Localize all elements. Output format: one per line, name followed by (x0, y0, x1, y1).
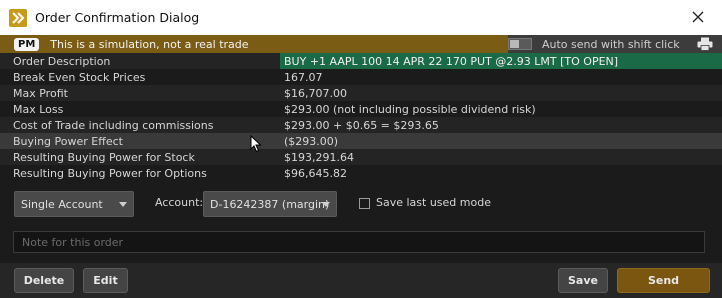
detail-value: $96,645.82 (284, 166, 347, 180)
detail-row-break-even: Break Even Stock Prices 167.07 (0, 69, 722, 85)
title-bar: Order Confirmation Dialog (0, 0, 722, 35)
detail-label: Buying Power Effect (13, 134, 123, 148)
detail-value: $293.00 (not including possible dividend… (284, 102, 536, 116)
detail-label: Resulting Buying Power for Stock (13, 150, 195, 164)
simulation-banner: PM This is a simulation, not a real trad… (0, 35, 722, 53)
edit-button[interactable]: Edit (83, 268, 128, 293)
printer-icon[interactable] (697, 37, 713, 51)
pm-badge: PM (14, 37, 40, 51)
button-bar: Delete Edit Save Send (0, 263, 722, 298)
save-last-used-mode-checkbox[interactable] (359, 198, 370, 209)
app-logo-icon (9, 8, 27, 27)
detail-row-buying-power-effect: Buying Power Effect ($293.00) (0, 133, 722, 149)
order-details-table: Order Description BUY +1 AAPL 100 14 APR… (0, 53, 722, 181)
detail-value: $193,291.64 (284, 150, 354, 164)
account-label: Account: (155, 196, 204, 209)
autosend-label: Auto send with shift click (542, 37, 680, 51)
window-title: Order Confirmation Dialog (35, 10, 200, 25)
order-note-input[interactable]: Note for this order (13, 231, 705, 253)
chevron-down-icon (322, 202, 330, 207)
mouse-cursor-icon (250, 134, 262, 153)
detail-label: Max Profit (13, 86, 68, 100)
send-button[interactable]: Send (617, 268, 710, 293)
detail-label: Resulting Buying Power for Options (13, 166, 207, 180)
detail-value: ($293.00) (284, 134, 339, 148)
account-mode-dropdown[interactable]: Single Account (14, 191, 134, 217)
detail-row-cost-of-trade: Cost of Trade including commissions $293… (0, 117, 722, 133)
detail-value: 167.07 (284, 70, 323, 84)
detail-value: $293.00 + $0.65 = $293.65 (284, 118, 439, 132)
detail-row-bp-stock: Resulting Buying Power for Stock $193,29… (0, 149, 722, 165)
account-mode-value: Single Account (21, 197, 103, 211)
save-last-used-mode-label: Save last used mode (376, 196, 491, 209)
detail-label: Order Description (13, 54, 111, 68)
detail-label: Break Even Stock Prices (13, 70, 146, 84)
account-dropdown[interactable]: D-16242387 (margin) (203, 191, 337, 217)
account-bar: Single Account Account: D-16242387 (marg… (0, 184, 722, 224)
delete-button[interactable]: Delete (14, 268, 74, 293)
detail-label: Max Loss (13, 102, 64, 116)
simulation-text: This is a simulation, not a real trade (50, 37, 249, 51)
detail-row-order-description: Order Description BUY +1 AAPL 100 14 APR… (0, 53, 722, 69)
autosend-toggle[interactable] (508, 38, 532, 50)
account-value: D-16242387 (margin) (210, 197, 330, 211)
save-button[interactable]: Save (558, 268, 608, 293)
chevron-down-icon (119, 202, 127, 207)
close-icon[interactable] (688, 7, 708, 27)
detail-value: BUY +1 AAPL 100 14 APR 22 170 PUT @2.93 … (284, 54, 619, 68)
detail-row-bp-options: Resulting Buying Power for Options $96,6… (0, 165, 722, 181)
detail-row-max-loss: Max Loss $293.00 (not including possible… (0, 101, 722, 117)
detail-row-max-profit: Max Profit $16,707.00 (0, 85, 722, 101)
detail-value: $16,707.00 (284, 86, 347, 100)
detail-label: Cost of Trade including commissions (13, 118, 214, 132)
autosend-area: Auto send with shift click (508, 35, 722, 53)
